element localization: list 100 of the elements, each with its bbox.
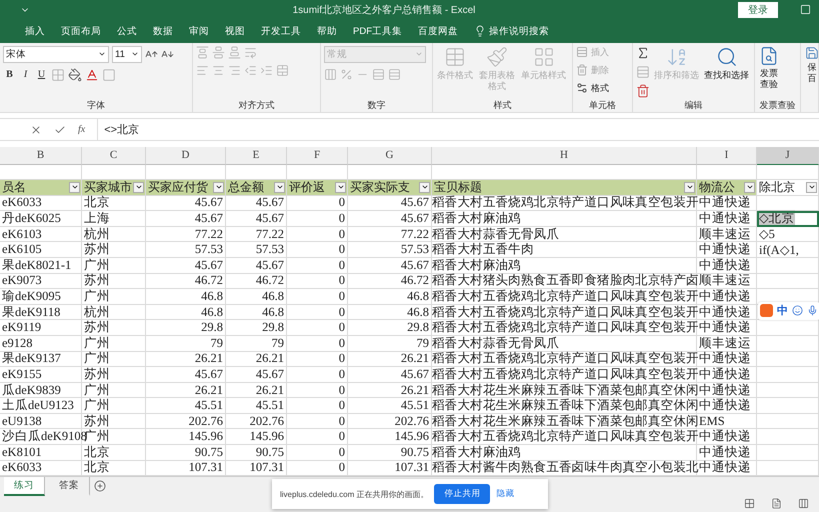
cells-button[interactable]: 格式 <box>576 82 609 95</box>
filter-button[interactable] <box>806 182 817 193</box>
header-text: 买家实际支 <box>350 178 410 196</box>
enter-icon[interactable] <box>54 124 66 136</box>
page-break-icon[interactable] <box>798 498 809 510</box>
table-cell: 46.8 <box>146 304 226 320</box>
table-cell: 45.67 <box>226 258 287 274</box>
sheet-tab[interactable]: 答案 <box>49 476 90 496</box>
column-header[interactable]: H <box>432 146 697 165</box>
ribbon-tab[interactable]: 百度网盘 <box>411 24 465 38</box>
align-bottom-icon[interactable] <box>228 46 241 59</box>
table-cell: 稻香大村五香烧鸡北京特产道口风味真空包装开 <box>432 196 697 212</box>
filter-button[interactable] <box>335 182 346 193</box>
indent-increase-icon[interactable] <box>260 64 273 77</box>
table-cell: 稻香大村五香烧鸡北京特产道口风味真空包装开 <box>432 429 697 446</box>
align-center-icon[interactable] <box>212 64 225 77</box>
filter-button[interactable] <box>274 182 285 193</box>
align-left-icon[interactable] <box>196 64 209 77</box>
invoice-check-button[interactable]: 发票查验 <box>758 46 780 90</box>
trash-icon <box>576 64 588 76</box>
font-color-icon[interactable] <box>85 68 99 82</box>
table-cell: 45.51 <box>146 398 226 414</box>
login-button[interactable]: 登录 <box>738 2 778 18</box>
filter-button[interactable] <box>684 182 695 193</box>
table-cell: 瓜deK9839 <box>0 382 82 398</box>
header-text: 总金额 <box>228 178 264 196</box>
column-header[interactable]: D <box>146 146 226 165</box>
column-header[interactable]: F <box>287 146 348 165</box>
ribbon-tab[interactable]: 帮助 <box>310 24 344 38</box>
font-size-field[interactable]: 11 <box>112 46 142 63</box>
underline-button[interactable]: U <box>35 69 48 80</box>
ribbon-tab[interactable]: 数据 <box>146 24 180 38</box>
table-cell: 45.51 <box>226 398 287 414</box>
filter-button[interactable] <box>213 182 224 193</box>
filter-button[interactable] <box>69 182 80 193</box>
ribbon-tab[interactable]: 页面布局 <box>54 24 108 38</box>
merge-icon[interactable] <box>276 64 289 77</box>
baidu-save-button[interactable]: 保百 <box>804 46 818 84</box>
save-icon <box>805 46 818 60</box>
header-text: 评价返 <box>289 178 325 196</box>
table-cell: 0 <box>287 336 348 352</box>
fill-color-icon[interactable] <box>68 68 82 82</box>
page-layout-icon[interactable] <box>771 498 782 510</box>
sheet-tab[interactable]: 练习 <box>4 476 45 496</box>
normal-view-icon[interactable] <box>744 498 755 510</box>
edit-button[interactable]: 查找和选择 <box>703 46 750 81</box>
table-cell: EMS <box>697 414 757 430</box>
table-cell: 稻香大村花生米麻辣五香味下酒菜包邮真空休闲 <box>432 398 697 414</box>
formula-value[interactable]: <>北京 <box>98 122 140 138</box>
column-header[interactable]: C <box>82 146 146 165</box>
table-cell: 46.8 <box>348 289 432 305</box>
ime-mode[interactable]: 中 <box>777 303 788 318</box>
ribbon-tab[interactable]: PDF工具集 <box>346 24 409 38</box>
table-cell: eK6105 <box>0 242 82 258</box>
table-cell: 77.22 <box>226 226 287 242</box>
table-cell: 0 <box>287 320 348 336</box>
ribbon-tab[interactable]: 审阅 <box>182 24 216 38</box>
align-top-icon[interactable] <box>196 46 209 59</box>
table-cell: 0 <box>287 258 348 274</box>
filter-button[interactable] <box>744 182 755 193</box>
table-cell: 中通快递 <box>697 242 757 258</box>
cancel-icon[interactable] <box>30 124 42 136</box>
table-cell: 45.67 <box>146 211 226 227</box>
header-text: 宝贝标题 <box>434 178 482 196</box>
tell-me-search[interactable]: 操作说明搜索 <box>467 24 556 38</box>
italic-button[interactable]: I <box>19 69 32 80</box>
clear-icon[interactable] <box>636 84 650 98</box>
table-cell: eK9073 <box>0 274 82 290</box>
column-header[interactable]: J <box>757 146 819 165</box>
table-cell: 145.96 <box>348 429 432 446</box>
ribbon-tab[interactable]: 公式 <box>110 24 144 38</box>
percent-icon[interactable] <box>340 68 353 81</box>
filter-button[interactable] <box>419 182 430 193</box>
font-name-field[interactable]: 宋体 <box>3 46 109 63</box>
bold-button[interactable]: B <box>3 69 16 80</box>
add-sheet-icon[interactable] <box>94 480 106 492</box>
align-right-icon[interactable] <box>228 64 241 77</box>
table-cell: 瑜deK9095 <box>0 289 82 305</box>
column-header[interactable]: E <box>226 146 287 165</box>
indent-decrease-icon[interactable] <box>244 64 257 77</box>
table-cell: 上海 <box>82 211 146 227</box>
table-cell: 顺丰速运 <box>697 226 757 242</box>
group-label: 对齐方式 <box>238 99 274 112</box>
filter-button[interactable] <box>133 182 144 193</box>
align-middle-icon[interactable] <box>212 46 225 59</box>
table-cell: 45.67 <box>348 258 432 274</box>
ribbon-tab[interactable]: 插入 <box>18 24 52 38</box>
column-header[interactable]: I <box>697 146 757 165</box>
insert-function-button[interactable]: fx <box>78 124 86 136</box>
sum-icon[interactable] <box>636 46 650 60</box>
column-header[interactable]: G <box>348 146 432 165</box>
mic-icon[interactable] <box>807 305 818 316</box>
column-header[interactable]: B <box>0 146 82 165</box>
group-label: 字体 <box>87 99 105 112</box>
ribbon-tab[interactable]: 开发工具 <box>254 24 308 38</box>
ribbon-tab[interactable]: 视图 <box>218 24 252 38</box>
hide-link[interactable]: 隐藏 <box>496 488 514 500</box>
emoji-icon[interactable] <box>792 305 803 316</box>
stop-sharing-button[interactable]: 停止共用 <box>434 484 490 504</box>
table-cell: 稻香大村蒜香无骨凤爪 <box>432 336 697 352</box>
